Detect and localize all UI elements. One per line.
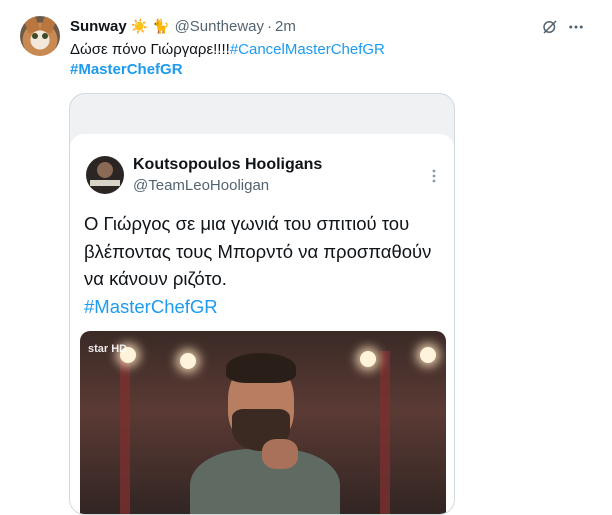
avatar-cat-ear-right — [39, 16, 57, 34]
person-hair — [226, 353, 296, 383]
quoted-avatar-band — [90, 180, 120, 186]
avatar[interactable] — [20, 16, 60, 56]
quoted-user-handle: @TeamLeoHooligan — [133, 177, 270, 194]
photo-light — [360, 351, 376, 367]
hashtag-masterchefgr[interactable]: #MasterChefGR — [70, 61, 183, 78]
separator-dot: · — [267, 17, 273, 35]
person-hand — [262, 439, 298, 469]
quoted-display-name: Koutsopoulos Hooligans — [133, 156, 323, 173]
cat-emoji-icon: 🐈 — [152, 17, 170, 34]
quoted-photo: star HD — [80, 331, 446, 514]
avatar-cat-eye-right — [42, 33, 48, 39]
quoted-hashtag: #MasterChefGR — [84, 295, 218, 317]
quoted-avatar-face — [97, 162, 113, 178]
photo-light — [420, 347, 436, 363]
quoted-tweet-text: Ο Γιώργος σε μια γωνιά του σπιτιού του β… — [84, 210, 444, 320]
quoted-tweet-screenshot: Koutsopoulos Hooligans @TeamLeoHooligan … — [70, 134, 454, 514]
quoted-avatar — [86, 156, 124, 194]
more-options-icon[interactable] — [567, 18, 585, 36]
hashtag-cancelmasterchefgr[interactable]: #CancelMasterChefGR — [230, 41, 385, 58]
tweet-text: Δώσε πόνο Γιώργαρε!!!!#CancelMasterChefG… — [70, 40, 590, 80]
channel-logo: star HD — [88, 343, 128, 355]
tweet-text-main: Δώσε πόνο Γιώργαρε!!!! — [70, 41, 230, 58]
tweet-header: Sunway ☀️ 🐈 @Suntheway · 2m — [70, 16, 296, 36]
tweet[interactable]: Sunway ☀️ 🐈 @Suntheway · 2m Δώσε πόνο Γι… — [0, 0, 612, 515]
display-name[interactable]: Sunway — [70, 18, 127, 35]
photo-light — [180, 353, 196, 369]
tweet-media[interactable]: Koutsopoulos Hooligans @TeamLeoHooligan … — [69, 93, 455, 515]
grok-icon[interactable] — [541, 18, 559, 36]
user-handle[interactable]: @Suntheway — [175, 18, 264, 35]
timestamp[interactable]: 2m — [275, 18, 296, 35]
quoted-text-body: Ο Γιώργος σε μια γωνιά του σπιτιού του β… — [84, 213, 432, 289]
photo-column — [380, 351, 390, 514]
avatar-cat-ear-left — [23, 16, 41, 34]
sun-emoji-icon: ☀️ — [130, 17, 149, 34]
photo-column — [120, 351, 130, 514]
quoted-more-options-icon — [432, 169, 436, 183]
avatar-cat-eye-left — [32, 33, 38, 39]
